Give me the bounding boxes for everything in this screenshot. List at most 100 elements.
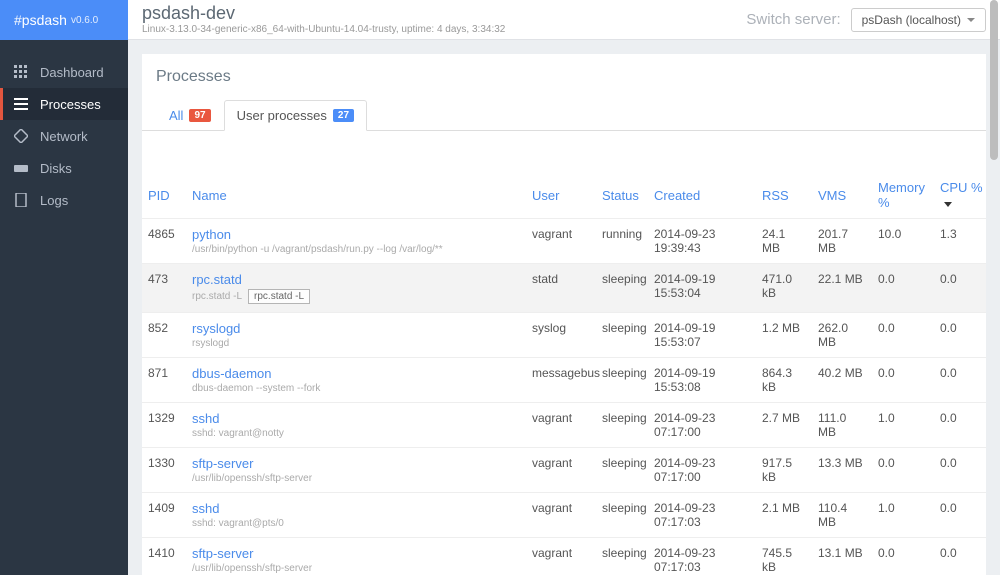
- page-title: psdash-dev: [142, 4, 505, 24]
- table-row[interactable]: 473rpc.statdrpc.statd -Lrpc.statd -Lstat…: [142, 264, 986, 313]
- process-cmd: rsyslogd: [192, 338, 520, 349]
- chevron-down-icon: [967, 18, 975, 22]
- sidebar-item-network[interactable]: Network: [0, 120, 128, 152]
- process-name-link[interactable]: sshd: [192, 501, 520, 516]
- tab-label: User processes: [237, 108, 327, 123]
- cell-pid: 852: [142, 313, 186, 358]
- sidebar-item-label: Network: [40, 129, 88, 144]
- cell-vms: 40.2 MB: [812, 358, 872, 403]
- brand-hash: #: [14, 12, 22, 28]
- switch-server-dropdown[interactable]: psDash (localhost): [851, 8, 986, 32]
- table-row[interactable]: 1410sftp-server/usr/lib/openssh/sftp-ser…: [142, 538, 986, 575]
- cell-created: 2014-09-23 19:39:43: [648, 219, 756, 264]
- cell-rss: 864.3 kB: [756, 358, 812, 403]
- processes-panel: Processes All97 User processes 27 PID Name…: [142, 54, 986, 575]
- tab-user-processes[interactable]: User processes 27: [224, 100, 367, 131]
- cell-rss: 1.2 MB: [756, 313, 812, 358]
- col-status[interactable]: Status: [596, 172, 648, 219]
- switch-server-value: psDash (localhost): [862, 13, 961, 27]
- process-name-link[interactable]: sftp-server: [192, 546, 520, 561]
- cell-created: 2014-09-19 15:53:07: [648, 313, 756, 358]
- table-row[interactable]: 4865python/usr/bin/python -u /vagrant/ps…: [142, 219, 986, 264]
- col-memory[interactable]: Memory %: [872, 172, 934, 219]
- process-name-link[interactable]: sftp-server: [192, 456, 520, 471]
- table-row[interactable]: 1409sshdsshd: vagrant@pts/0vagrantsleepi…: [142, 493, 986, 538]
- col-cpu[interactable]: CPU %: [934, 172, 986, 219]
- sidebar-item-processes[interactable]: Processes: [0, 88, 128, 120]
- cmd-tooltip: rpc.statd -L: [248, 289, 310, 304]
- cell-mem: 0.0: [872, 264, 934, 313]
- cell-user: statd: [526, 264, 596, 313]
- cell-user: vagrant: [526, 219, 596, 264]
- network-icon: [14, 129, 28, 143]
- cell-created: 2014-09-23 07:17:00: [648, 448, 756, 493]
- tab-badge: 27: [333, 109, 354, 122]
- cell-name: python/usr/bin/python -u /vagrant/psdash…: [186, 219, 526, 264]
- cell-rss: 2.1 MB: [756, 493, 812, 538]
- brand-version: v0.6.0: [71, 15, 98, 26]
- topbar: psdash-dev Linux-3.13.0-34-generic-x86_6…: [128, 0, 1000, 40]
- cell-name: sshd sshd: vagrant@pts/0: [186, 493, 526, 538]
- disk-icon: [14, 161, 28, 175]
- brand[interactable]: # psdash v0.6.0: [0, 0, 128, 40]
- tab-all[interactable]: All97: [156, 100, 224, 131]
- cell-status: running: [596, 219, 648, 264]
- col-created[interactable]: Created: [648, 172, 756, 219]
- sidebar-item-dashboard[interactable]: Dashboard: [0, 56, 128, 88]
- table-row[interactable]: 852 rsyslogd rsyslogd syslogsleeping2014-09…: [142, 313, 986, 358]
- col-name[interactable]: Name: [186, 172, 526, 219]
- table-row[interactable]: 1330sftp-server/usr/lib/openssh/sftp-ser…: [142, 448, 986, 493]
- logs-icon: [14, 193, 28, 207]
- title-block: psdash-dev Linux-3.13.0-34-generic-x86_6…: [142, 4, 505, 35]
- process-name-link[interactable]: dbus-daemon: [192, 366, 520, 381]
- process-name-link[interactable]: sshd: [192, 411, 520, 426]
- cell-status: sleeping: [596, 313, 648, 358]
- sidebar-item-label: Processes: [40, 97, 101, 112]
- col-pid[interactable]: PID: [142, 172, 186, 219]
- cell-cpu: 0.0: [934, 493, 986, 538]
- cell-status: sleeping: [596, 538, 648, 575]
- cell-user: vagrant: [526, 403, 596, 448]
- process-name-link[interactable]: rsyslogd: [192, 321, 520, 336]
- cell-pid: 1410: [142, 538, 186, 575]
- sidebar-item-label: Disks: [40, 161, 72, 176]
- sidebar-item-label: Logs: [40, 193, 68, 208]
- col-rss[interactable]: RSS: [756, 172, 812, 219]
- cell-name: dbus-daemondbus-daemon --system --fork: [186, 358, 526, 403]
- cell-created: 2014-09-23 07:17:03: [648, 538, 756, 575]
- cell-mem: 0.0: [872, 313, 934, 358]
- cell-rss: 2.7 MB: [756, 403, 812, 448]
- process-name-link[interactable]: python: [192, 227, 520, 242]
- panel-title: Processes: [142, 54, 986, 92]
- scrollbar-thumb[interactable]: [990, 0, 998, 160]
- cell-user: syslog: [526, 313, 596, 358]
- cell-cpu: 0.0: [934, 403, 986, 448]
- process-name-link[interactable]: rpc.statd: [192, 272, 520, 287]
- process-cmd: /usr/lib/openssh/sftp-server: [192, 473, 520, 484]
- col-user[interactable]: User: [526, 172, 596, 219]
- cell-status: sleeping: [596, 448, 648, 493]
- cell-vms: 111.0 MB: [812, 403, 872, 448]
- process-cmd: rpc.statd -Lrpc.statd -L: [192, 289, 520, 304]
- sidebar-item-disks[interactable]: Disks: [0, 152, 128, 184]
- cell-created: 2014-09-23 07:17:03: [648, 493, 756, 538]
- cell-pid: 4865: [142, 219, 186, 264]
- tab-label: All: [169, 108, 183, 123]
- cell-cpu: 0.0: [934, 448, 986, 493]
- cell-name: rpc.statd rpc.statd -Lrpc.statd -L: [186, 264, 526, 313]
- cell-name: sftp-server/usr/lib/openssh/sftp-server: [186, 448, 526, 493]
- col-vms[interactable]: VMS: [812, 172, 872, 219]
- sidebar: # psdash v0.6.0 Dashboard Processes Networ…: [0, 0, 128, 575]
- process-cmd: sshd: vagrant@pts/0: [192, 518, 520, 529]
- cell-user: vagrant: [526, 538, 596, 575]
- table-row[interactable]: 1329sshdsshd: vagrant@nottyvagrantsleepi…: [142, 403, 986, 448]
- sort-desc-icon: [944, 202, 952, 207]
- scrollbar[interactable]: [990, 0, 998, 575]
- cell-rss: 471.0 kB: [756, 264, 812, 313]
- cell-mem: 0.0: [872, 538, 934, 575]
- table-row[interactable]: 871dbus-daemondbus-daemon --system --for…: [142, 358, 986, 403]
- cell-rss: 24.1 MB: [756, 219, 812, 264]
- cell-cpu: 0.0: [934, 264, 986, 313]
- cell-mem: 1.0: [872, 403, 934, 448]
- sidebar-item-logs[interactable]: Logs: [0, 184, 128, 216]
